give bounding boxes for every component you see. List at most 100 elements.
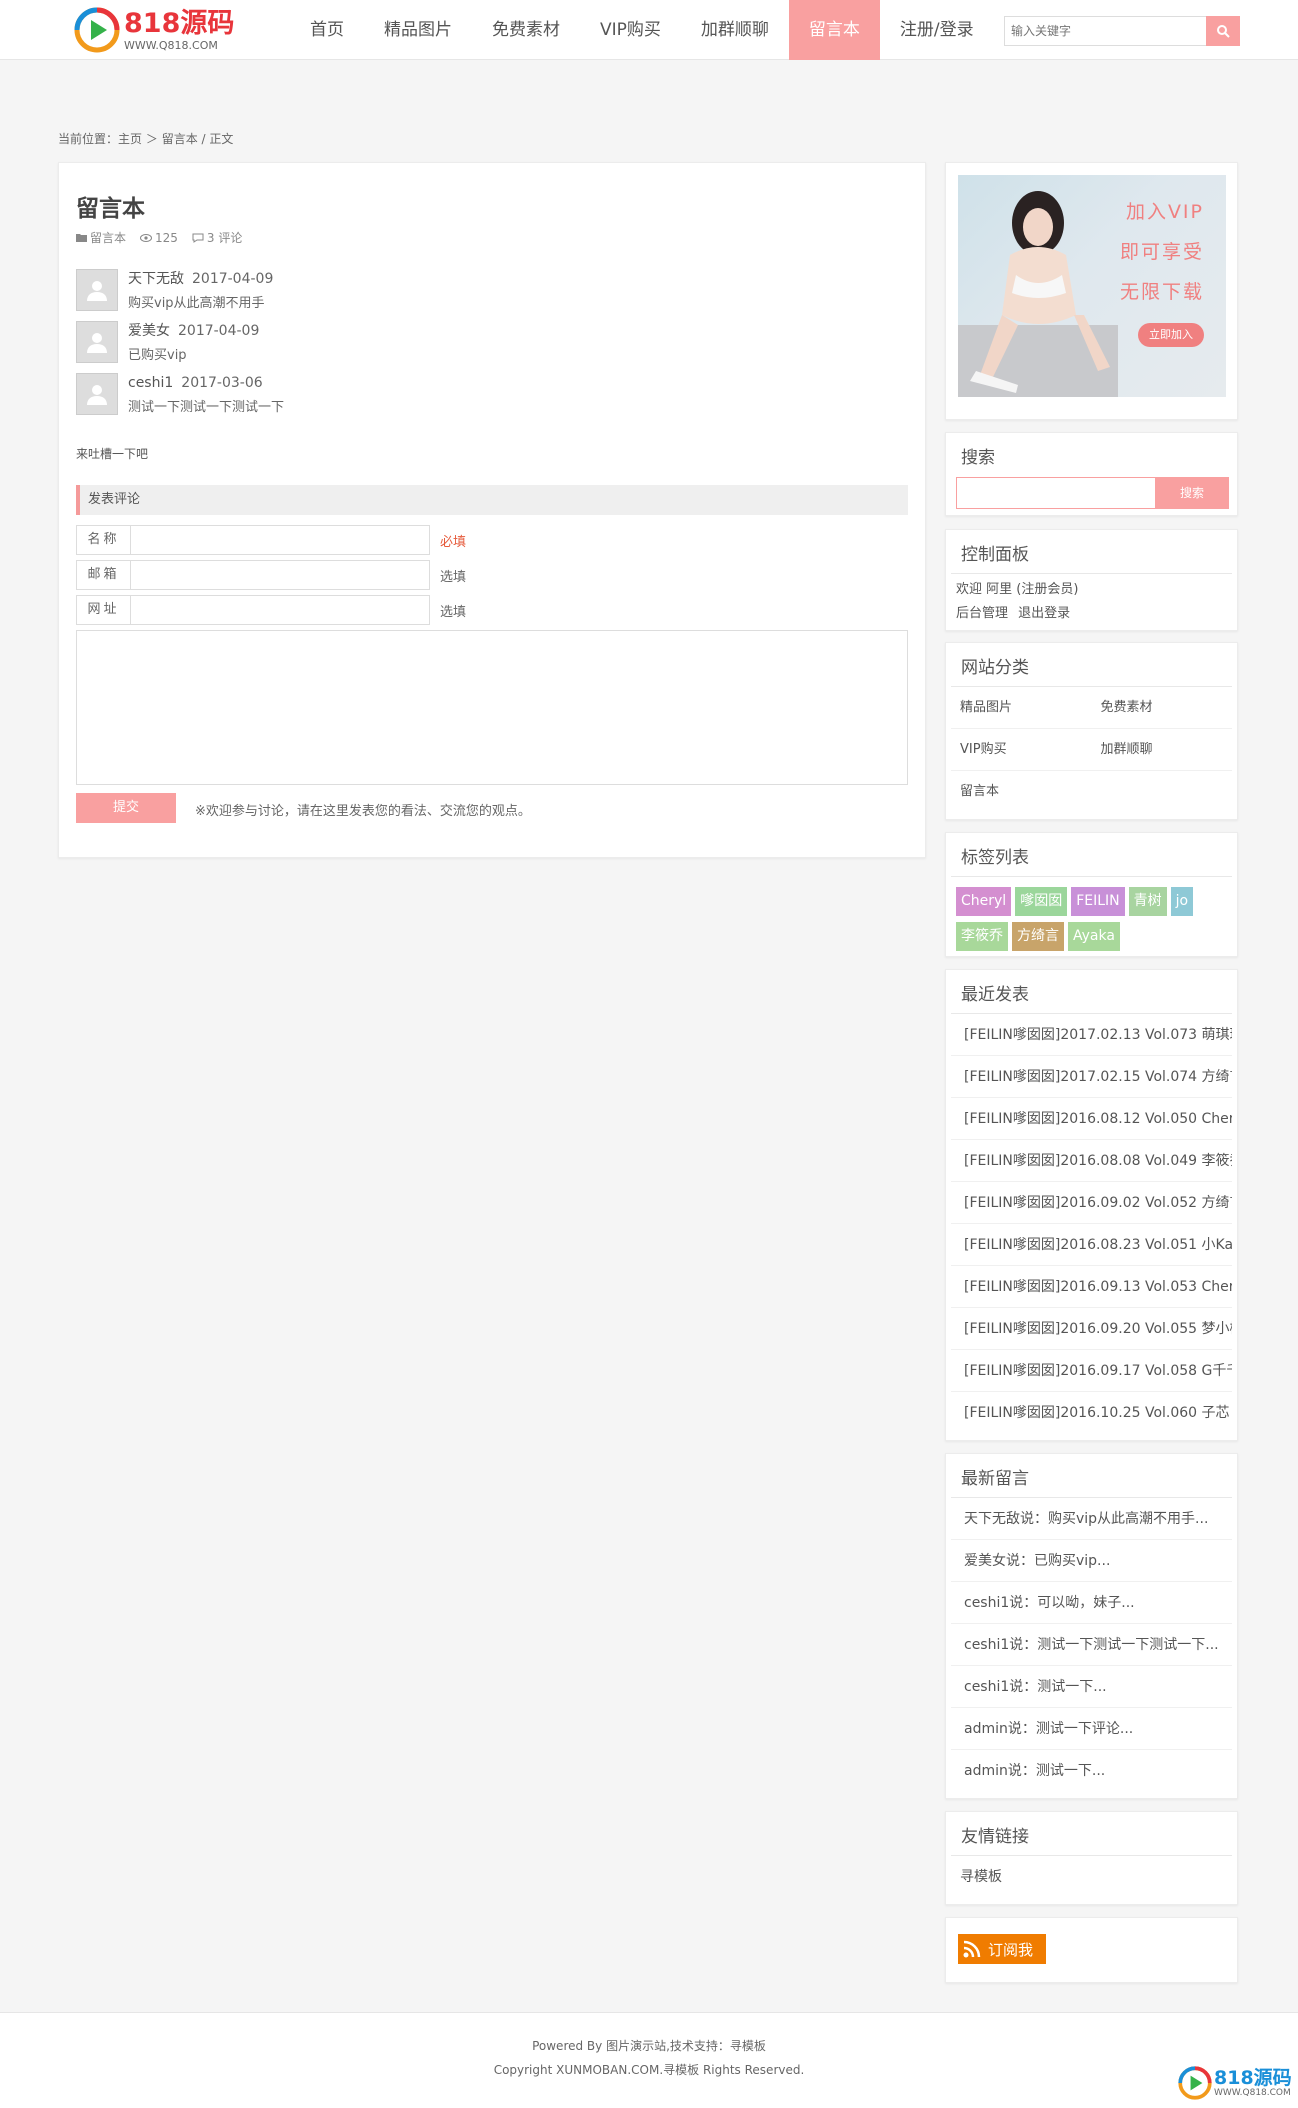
- latest-comment-link[interactable]: 天下无敌说：购买vip从此高潮不用手...: [951, 1498, 1232, 1540]
- page-title: 留言本: [76, 196, 145, 222]
- breadcrumb-home[interactable]: 主页: [118, 132, 142, 146]
- tag-item[interactable]: Cheryl: [956, 887, 1012, 916]
- header-search-input[interactable]: [1005, 17, 1205, 45]
- comment-text: 已购买vip: [128, 348, 187, 363]
- site-footer: Powered By 图片演示站,技术支持：寻模板 Copyright XUNM…: [0, 2012, 1298, 2108]
- comment-text: 测试一下测试一下测试一下: [128, 400, 285, 415]
- sidebar-search-input[interactable]: [956, 477, 1156, 509]
- category-group-chat[interactable]: 加群顺聊: [1091, 729, 1232, 771]
- breadcrumb: 当前位置：主页 ＞ 留言本 / 正文: [58, 130, 233, 147]
- category-vip[interactable]: VIP购买: [951, 729, 1092, 771]
- tag-item[interactable]: FEILIN: [1071, 887, 1125, 916]
- url-field[interactable]: [130, 595, 430, 625]
- nav-group-chat[interactable]: 加群顺聊: [681, 0, 789, 60]
- meta-category[interactable]: 留言本: [76, 229, 126, 246]
- friend-links-title: 友情链接: [951, 1812, 1232, 1856]
- search-widget: 搜索 搜索: [945, 432, 1238, 516]
- meta-comments-count: 3 评论: [206, 231, 243, 245]
- category-guestbook[interactable]: 留言本: [951, 771, 1092, 813]
- recent-post-link[interactable]: [FEILIN嗲囡囡]2016.09.02 Vol.052 方绮言: [951, 1182, 1232, 1224]
- latest-comment-link[interactable]: ceshi1说：测试一下...: [951, 1666, 1232, 1708]
- nav-home[interactable]: 首页: [290, 0, 364, 60]
- latest-comments-title: 最新留言: [951, 1454, 1232, 1498]
- play-logo-icon: [74, 7, 120, 53]
- nav-photos[interactable]: 精品图片: [364, 0, 472, 60]
- friend-link[interactable]: 寻模板: [951, 1856, 1232, 1898]
- latest-comment-link[interactable]: admin说：测试一下...: [951, 1750, 1232, 1792]
- logo-title: 818源码: [124, 7, 235, 39]
- url-label: 网址: [76, 595, 130, 625]
- admin-link[interactable]: 后台管理: [956, 606, 1008, 621]
- recent-post-link[interactable]: [FEILIN嗲囡囡]2016.09.17 Vol.058 G千千: [951, 1350, 1232, 1392]
- email-row: 邮箱 选填: [76, 560, 486, 590]
- control-panel-widget: 控制面板 欢迎 阿里 (注册会员) 后台管理 退出登录: [945, 529, 1238, 631]
- submit-button[interactable]: 提交: [76, 793, 176, 823]
- watermark-title: 818源码: [1214, 2067, 1292, 2089]
- tag-item[interactable]: Ayaka: [1068, 922, 1120, 951]
- comment-author: ceshi1: [128, 375, 174, 391]
- tag-item[interactable]: 嗲囡囡: [1015, 887, 1068, 916]
- nav-login[interactable]: 注册/登录: [880, 0, 994, 60]
- vip-line-2: 即可享受: [1119, 241, 1204, 263]
- logo-subtitle: WWW.Q818.COM: [124, 38, 218, 52]
- tag-item[interactable]: 青树: [1128, 887, 1167, 916]
- recent-post-link[interactable]: [FEILIN嗲囡囡]2017.02.15 Vol.074 方绮言: [951, 1056, 1232, 1098]
- eye-icon: [140, 233, 153, 242]
- site-logo[interactable]: 818源码 WWW.Q818.COM: [74, 6, 234, 54]
- category-free-assets[interactable]: 免费素材: [1091, 687, 1232, 729]
- email-field[interactable]: [130, 560, 430, 590]
- nav-vip[interactable]: VIP购买: [580, 0, 681, 60]
- avatar: [76, 269, 118, 311]
- user-icon: [87, 281, 107, 301]
- meta-comments[interactable]: 3 评论: [192, 229, 242, 246]
- tag-item[interactable]: 李筱乔: [956, 922, 1008, 951]
- recent-posts-widget: 最近发表 [FEILIN嗲囡囡]2017.02.13 Vol.073 萌琪琪 […: [945, 969, 1238, 1441]
- breadcrumb-label: 当前位置：: [58, 132, 119, 146]
- latest-comment-link[interactable]: 爱美女说：已购买vip...: [951, 1540, 1232, 1582]
- header-search-button[interactable]: [1206, 16, 1240, 46]
- comment-icon: [192, 233, 204, 243]
- header-search: [1004, 16, 1240, 46]
- url-row: 网址 选填: [76, 595, 486, 625]
- avatar: [76, 373, 118, 415]
- name-row: 名称 必填: [76, 525, 486, 555]
- nav-free-assets[interactable]: 免费素材: [472, 0, 580, 60]
- recent-post-link[interactable]: [FEILIN嗲囡囡]2016.09.20 Vol.055 梦小楠: [951, 1308, 1232, 1350]
- recent-post-link[interactable]: [FEILIN嗲囡囡]2016.08.12 Vol.050 Chery: [951, 1098, 1232, 1140]
- tag-item[interactable]: 方绮言: [1012, 922, 1064, 951]
- user-icon: [87, 333, 107, 353]
- comment-date: 2017-03-06: [181, 375, 263, 391]
- comment-date: 2017-04-09: [192, 271, 274, 287]
- watermark-subtitle: WWW.Q818.COM: [1214, 2088, 1291, 2098]
- latest-comment-link[interactable]: ceshi1说：测试一下测试一下测试一下...: [951, 1624, 1232, 1666]
- nav-guestbook[interactable]: 留言本: [788, 0, 880, 60]
- rss-subscribe-button[interactable]: 订阅我: [958, 1934, 1046, 1964]
- comment-textarea[interactable]: [76, 630, 908, 785]
- join-vip-button[interactable]: 立即加入: [1138, 323, 1204, 347]
- category-photos[interactable]: 精品图片: [951, 687, 1092, 729]
- categories-widget: 网站分类 精品图片 免费素材 VIP购买 加群顺聊 留言本: [945, 642, 1238, 820]
- meta-views: 125: [140, 229, 178, 246]
- breadcrumb-page[interactable]: 留言本: [162, 132, 198, 146]
- categories-title: 网站分类: [951, 643, 1232, 687]
- comment-item: 天下无敌 2017-04-09 购买vip从此高潮不用手: [76, 267, 284, 319]
- tag-item[interactable]: jo: [1170, 887, 1194, 916]
- latest-comment-link[interactable]: ceshi1说：可以呦，妹子...: [951, 1582, 1232, 1624]
- recent-post-link[interactable]: [FEILIN嗲囡囡]2016.08.08 Vol.049 李筱乔: [951, 1140, 1232, 1182]
- recent-post-link[interactable]: [FEILIN嗲囡囡]2016.10.25 Vol.060 子芯: [951, 1392, 1232, 1434]
- avatar: [76, 321, 118, 363]
- logout-link[interactable]: 退出登录: [1018, 606, 1070, 621]
- sidebar-search-button[interactable]: 搜索: [1155, 477, 1229, 509]
- recent-post-link[interactable]: [FEILIN嗲囡囡]2017.02.13 Vol.073 萌琪琪: [951, 1014, 1232, 1056]
- name-field[interactable]: [130, 525, 430, 555]
- tags-title: 标签列表: [951, 833, 1232, 877]
- vip-banner[interactable]: 加入VIP 即可享受 无限下载 立即加入: [958, 175, 1226, 397]
- rss-widget: 订阅我: [945, 1917, 1238, 1983]
- latest-comment-link[interactable]: admin说：测试一下评论...: [951, 1708, 1232, 1750]
- rss-icon: [963, 1940, 981, 1958]
- control-panel-title: 控制面板: [951, 530, 1232, 574]
- recent-post-link[interactable]: [FEILIN嗲囡囡]2016.09.13 Vol.053 Chery: [951, 1266, 1232, 1308]
- comment-author: 爱美女: [128, 323, 170, 339]
- url-hint: 选填: [440, 604, 467, 620]
- recent-post-link[interactable]: [FEILIN嗲囡囡]2016.08.23 Vol.051 小Ka: [951, 1224, 1232, 1266]
